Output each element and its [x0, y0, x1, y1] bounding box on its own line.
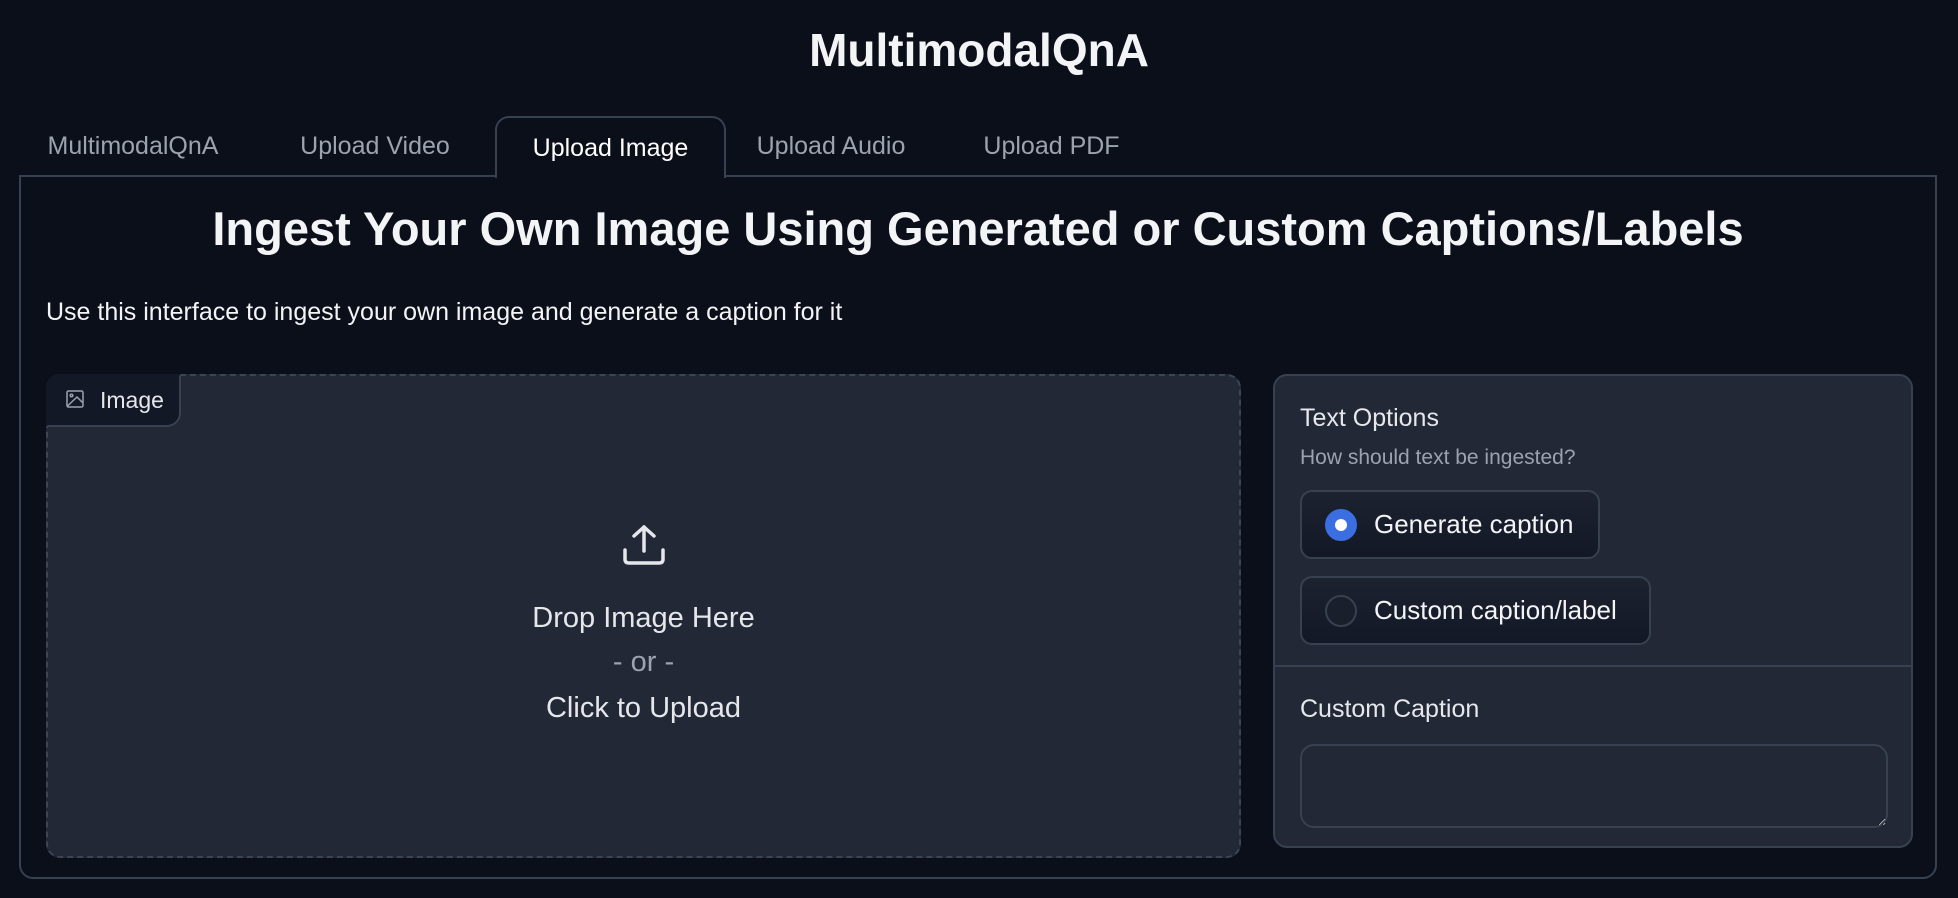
text-options-panel: Text Options How should text be ingested… [1273, 374, 1913, 848]
or-separator-text: - or - [612, 646, 675, 678]
custom-caption-input[interactable] [1300, 744, 1888, 828]
page-description: Use this interface to ingest your own im… [46, 298, 843, 326]
custom-caption-label: Custom Caption [1300, 695, 1480, 723]
page-heading: Ingest Your Own Image Using Generated or… [212, 202, 1744, 255]
tab-bar: MultimodalQnA Upload Video Upload Image … [19, 116, 1937, 178]
tab-multimodalqna[interactable]: MultimodalQnA [33, 116, 233, 176]
text-options-info: How should text be ingested? [1300, 446, 1576, 469]
text-options-title: Text Options [1300, 404, 1439, 432]
upload-prompt: Drop Image Here - or - Click to Upload [48, 524, 1239, 729]
tab-upload-video[interactable]: Upload Video [285, 116, 465, 176]
app-title: MultimodalQnA [809, 24, 1149, 76]
drop-image-text: Drop Image Here [532, 602, 755, 634]
tab-upload-audio[interactable]: Upload Audio [741, 116, 921, 176]
section-divider [1275, 665, 1911, 667]
tab-panel: Ingest Your Own Image Using Generated or… [19, 175, 1937, 879]
radio-unchecked-icon[interactable] [1325, 594, 1357, 627]
click-to-upload-text[interactable]: Click to Upload [546, 687, 741, 729]
radio-custom-caption-label[interactable]: Custom caption/label [1300, 576, 1651, 645]
image-upload-dropzone[interactable]: Image Drop Image Here - or - Click to Up… [46, 374, 1241, 858]
tab-upload-image[interactable]: Upload Image [495, 116, 726, 178]
radio-checked-icon[interactable] [1325, 508, 1357, 541]
tab-upload-pdf[interactable]: Upload PDF [969, 116, 1134, 176]
image-label-text: Image [100, 387, 164, 413]
radio-label: Custom caption/label [1374, 595, 1617, 625]
radio-generate-caption[interactable]: Generate caption [1300, 490, 1600, 559]
radio-label: Generate caption [1374, 509, 1574, 539]
upload-icon [622, 524, 666, 571]
image-icon [66, 387, 84, 414]
image-label-badge: Image [46, 374, 181, 427]
